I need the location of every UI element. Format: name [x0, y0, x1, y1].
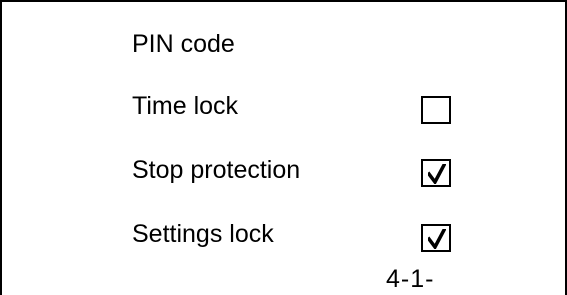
menu-item-label: Settings lock: [132, 220, 274, 248]
check-icon: [428, 164, 446, 184]
menu-item-pin-code[interactable]: PIN code: [132, 32, 235, 57]
menu-item-label: Time lock: [132, 92, 239, 120]
menu-item-label: PIN code: [132, 30, 235, 58]
menu-item-settings-lock[interactable]: Settings lock: [132, 222, 274, 247]
menu-item-time-lock[interactable]: Time lock: [132, 94, 238, 119]
lock-settings-menu: PIN code Time lock Stop protection Setti…: [0, 0, 567, 295]
time-lock-checkbox[interactable]: [421, 96, 451, 124]
page-indicator: 4-1-: [386, 265, 435, 293]
settings-lock-checkbox[interactable]: [421, 224, 451, 252]
check-icon: [428, 229, 446, 249]
stop-protection-checkbox[interactable]: [421, 159, 451, 187]
menu-item-label: Stop protection: [132, 156, 301, 184]
menu-item-stop-protection[interactable]: Stop protection: [132, 158, 300, 183]
